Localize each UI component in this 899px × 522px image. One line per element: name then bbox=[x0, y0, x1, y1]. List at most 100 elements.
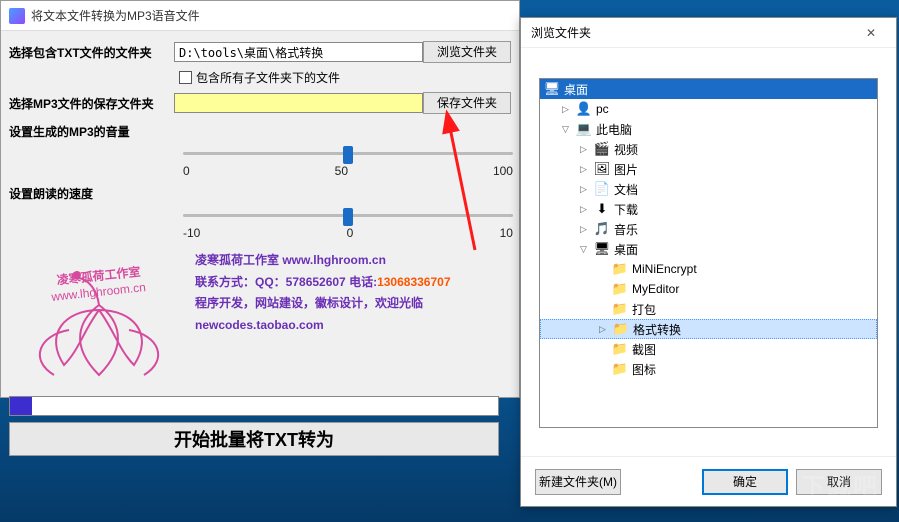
expand-icon[interactable]: ▷ bbox=[580, 224, 590, 235]
volume-scale: 0 50 100 bbox=[183, 164, 513, 178]
doc-icon: 📄 bbox=[594, 181, 610, 197]
speed-row: 设置朗读的速度 bbox=[9, 182, 511, 204]
volume-thumb[interactable] bbox=[343, 146, 353, 164]
app-icon bbox=[9, 8, 25, 24]
mp3-folder-row: 选择MP3文件的保存文件夹 保存文件夹 bbox=[9, 92, 511, 114]
volume-mid: 50 bbox=[335, 164, 348, 178]
info-line1b: www.lhghroom.cn bbox=[282, 253, 386, 267]
info-line1a: 凌寒孤荷工作室 bbox=[195, 253, 282, 267]
titlebar: 将文本文件转换为MP3语音文件 bbox=[1, 1, 519, 31]
volume-label: 设置生成的MP3的音量 bbox=[9, 123, 174, 140]
folder-icon: 📁 bbox=[613, 321, 629, 337]
browse-folder-dialog: 浏览文件夹 ✕ 🖥 桌面 ▷ 👤 pc ▽ 💻此电脑 ▷ 🎬视频 ▷ 🖼图片 ▷ 📄文档 ▷ ⬇下载 ▷ 🎵… bbox=[520, 17, 897, 507]
speed-min: -10 bbox=[183, 226, 200, 240]
expand-icon[interactable]: ▷ bbox=[580, 204, 590, 215]
volume-max: 100 bbox=[493, 164, 513, 178]
tree-item[interactable]: 📁 MiNiEncrypt bbox=[540, 259, 877, 279]
browse-folder-button[interactable]: 浏览文件夹 bbox=[423, 41, 511, 63]
folder-icon: 📁 bbox=[612, 261, 628, 277]
info-text: 凌寒孤荷工作室 www.lhghroom.cn 联系方式：QQ：57865260… bbox=[195, 250, 451, 390]
desk-icon: 🖥 bbox=[594, 241, 610, 257]
include-subfolders-checkbox[interactable] bbox=[179, 71, 192, 84]
tree-item[interactable]: ▷ 📄文档 bbox=[540, 179, 877, 199]
dialog-body: 🖥 桌面 ▷👤pc▽💻此电脑▷🎬视频▷🖼图片▷📄文档▷⬇下载▷🎵音乐▽🖥桌面📁M… bbox=[521, 48, 896, 456]
speed-thumb[interactable] bbox=[343, 208, 353, 226]
tree-item[interactable]: ▷ 🖼图片 bbox=[540, 159, 877, 179]
speed-max: 10 bbox=[500, 226, 513, 240]
tree-item[interactable]: ▽ 💻此电脑 bbox=[540, 119, 877, 139]
include-subfolders-label: 包含所有子文件夹下的文件 bbox=[196, 69, 340, 86]
expand-icon[interactable]: ▷ bbox=[580, 164, 590, 175]
tree-item-label: 图片 bbox=[614, 161, 638, 178]
tree-root[interactable]: 🖥 桌面 bbox=[540, 79, 877, 99]
txt-folder-row: 选择包含TXT文件的文件夹 浏览文件夹 bbox=[9, 41, 511, 63]
tree-item-label: 此电脑 bbox=[596, 121, 632, 138]
speed-label: 设置朗读的速度 bbox=[9, 185, 174, 202]
speed-scale: -10 0 10 bbox=[183, 226, 513, 240]
tree-item-label: 截图 bbox=[632, 341, 656, 358]
start-convert-button[interactable]: 开始批量将TXT转为 bbox=[9, 422, 499, 456]
tree-item[interactable]: ▽🖥桌面 bbox=[540, 239, 877, 259]
save-folder-button[interactable]: 保存文件夹 bbox=[423, 92, 511, 114]
tree-item-label: MyEditor bbox=[632, 282, 679, 296]
tree-item[interactable]: ▷ 🎵音乐 bbox=[540, 219, 877, 239]
close-icon: ✕ bbox=[866, 26, 876, 40]
expand-icon[interactable]: ▷ bbox=[580, 144, 590, 155]
tree-item[interactable]: ▷ ⬇下载 bbox=[540, 199, 877, 219]
folder-icon: 📁 bbox=[612, 361, 628, 377]
expand-icon[interactable]: ▽ bbox=[562, 124, 572, 135]
new-folder-button[interactable]: 新建文件夹(M) bbox=[535, 469, 621, 495]
tree-item[interactable]: 📁打包 bbox=[540, 299, 877, 319]
info-line2a: 联系方式：QQ：578652607 电话: bbox=[195, 275, 377, 289]
info-line2b: 13068336707 bbox=[377, 275, 450, 289]
tree-item[interactable]: ▷ 📁格式转换 bbox=[540, 319, 877, 339]
tree-item-label: 图标 bbox=[632, 361, 656, 378]
video-icon: 🎬 bbox=[594, 141, 610, 157]
tree-item[interactable]: 📁 MyEditor bbox=[540, 279, 877, 299]
info-block: 凌寒孤荷工作室 www.lhghroom.cn 凌寒孤荷工作室 www.lhgh… bbox=[9, 250, 511, 390]
volume-slider[interactable] bbox=[183, 144, 513, 164]
tree-item-label: 视频 bbox=[614, 141, 638, 158]
speed-mid: 0 bbox=[347, 226, 354, 240]
expand-icon[interactable]: ▷ bbox=[562, 104, 572, 115]
txt-folder-input[interactable] bbox=[174, 42, 423, 62]
tree-item[interactable]: ▷ 🎬视频 bbox=[540, 139, 877, 159]
dialog-titlebar: 浏览文件夹 ✕ bbox=[521, 18, 896, 48]
tree-item-label: 打包 bbox=[632, 301, 656, 318]
expand-icon[interactable]: ▷ bbox=[580, 184, 590, 195]
tree-item[interactable]: ▷ 👤 pc bbox=[540, 99, 877, 119]
tree-item-label: pc bbox=[596, 102, 609, 116]
down-icon: ⬇ bbox=[594, 201, 610, 217]
tree-item-label: 格式转换 bbox=[633, 321, 681, 338]
folder-icon: 📁 bbox=[612, 281, 628, 297]
tree-item-label: 下载 bbox=[614, 201, 638, 218]
close-button[interactable]: ✕ bbox=[856, 22, 886, 44]
ok-button[interactable]: 确定 bbox=[702, 469, 788, 495]
progress-fill bbox=[10, 397, 32, 415]
desktop-icon: 🖥 bbox=[544, 81, 560, 97]
tree-item[interactable]: 📁图标 bbox=[540, 359, 877, 379]
dialog-title: 浏览文件夹 bbox=[531, 24, 591, 41]
user-icon: 👤 bbox=[576, 101, 592, 117]
speed-slider[interactable] bbox=[183, 206, 513, 226]
music-icon: 🎵 bbox=[594, 221, 610, 237]
window-title: 将文本文件转换为MP3语音文件 bbox=[31, 7, 200, 24]
info-line4: newcodes.taobao.com bbox=[195, 315, 451, 337]
expand-icon[interactable]: ▽ bbox=[580, 244, 590, 255]
lotus-logo: 凌寒孤荷工作室 www.lhghroom.cn bbox=[9, 250, 189, 390]
mp3-folder-input[interactable] bbox=[174, 93, 423, 113]
info-line3: 程序开发，网站建设，徽标设计，欢迎光临 bbox=[195, 293, 451, 315]
expand-icon[interactable]: ▷ bbox=[599, 324, 609, 335]
pic-icon: 🖼 bbox=[594, 161, 610, 177]
tree-item-label: 音乐 bbox=[614, 221, 638, 238]
tree-item-label: MiNiEncrypt bbox=[632, 262, 697, 276]
folder-tree[interactable]: 🖥 桌面 ▷👤pc▽💻此电脑▷🎬视频▷🖼图片▷📄文档▷⬇下载▷🎵音乐▽🖥桌面📁M… bbox=[539, 78, 878, 428]
tree-item[interactable]: 📁截图 bbox=[540, 339, 877, 359]
main-body: 选择包含TXT文件的文件夹 浏览文件夹 包含所有子文件夹下的文件 选择MP3文件… bbox=[1, 31, 519, 466]
folder-icon: 📁 bbox=[612, 301, 628, 317]
pc-icon: 💻 bbox=[576, 121, 592, 137]
mp3-folder-label: 选择MP3文件的保存文件夹 bbox=[9, 95, 174, 112]
txt-folder-label: 选择包含TXT文件的文件夹 bbox=[9, 44, 174, 61]
watermark: 下载吧 bbox=[801, 467, 879, 502]
tree-item-label: 文档 bbox=[614, 181, 638, 198]
